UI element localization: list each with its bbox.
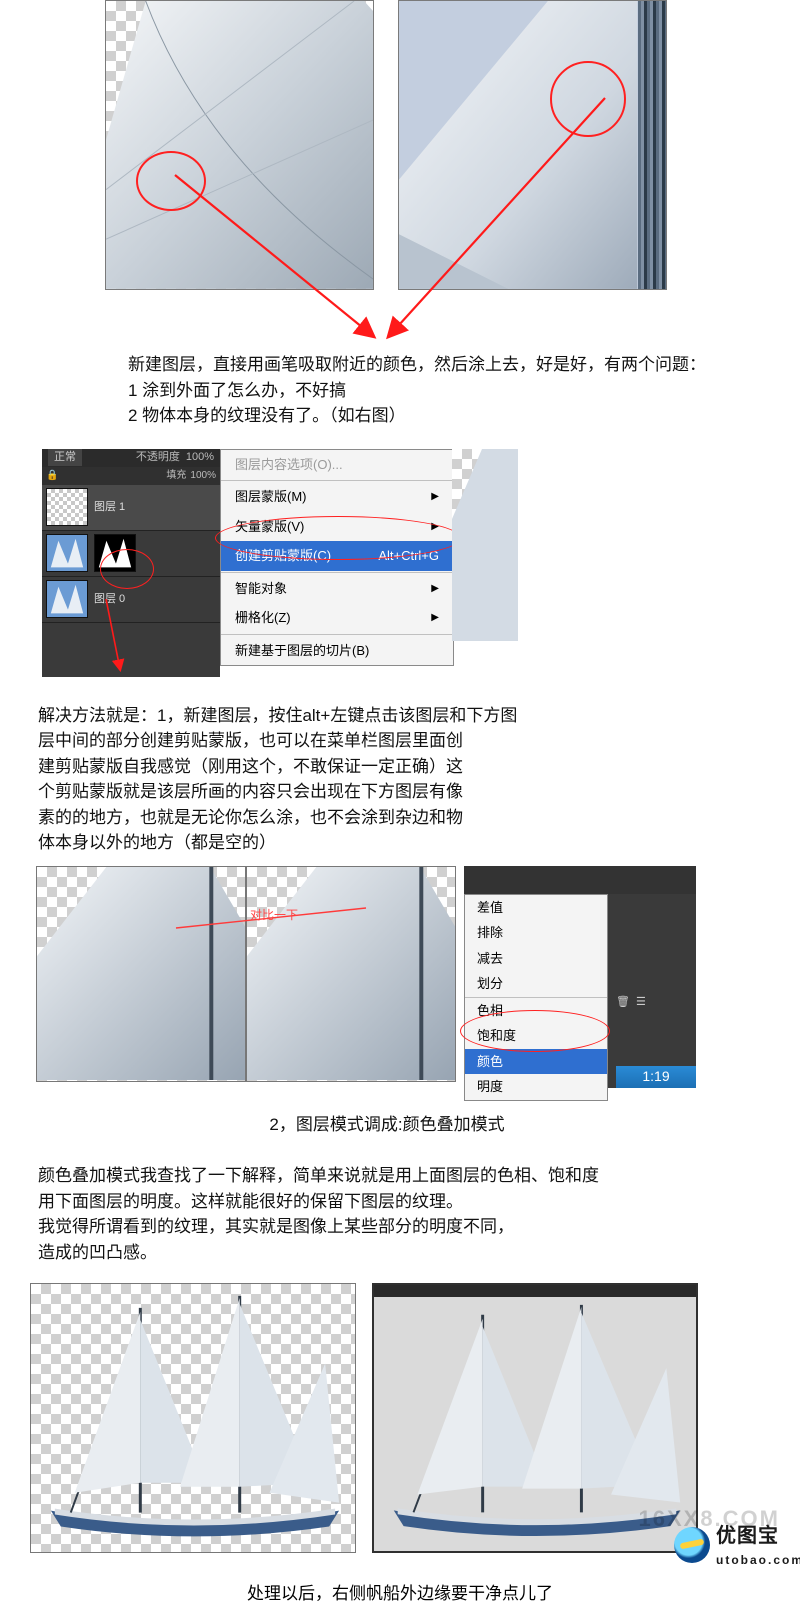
- section-blendmode: 对比一下 差值 排除 减去 划分 色相 饱和度 颜色 明度 🗑 ☰ 1:19: [0, 866, 800, 1088]
- logo-icon: [674, 1527, 710, 1563]
- chevron-right-icon: ▶: [431, 581, 439, 596]
- blend-item-saturation[interactable]: 饱和度: [465, 1023, 607, 1049]
- chevron-right-icon: ▶: [431, 519, 439, 534]
- blend-item-subtract[interactable]: 减去: [465, 946, 607, 972]
- text-line: 我觉得所谓看到的纹理，其实就是图像上某些部分的明度不同，: [38, 1214, 694, 1240]
- blend-item-color[interactable]: 颜色: [465, 1049, 607, 1075]
- layer-thumb: [46, 488, 88, 526]
- annotation-circle: [100, 549, 154, 589]
- text-line: 2 物体本身的纹理没有了。（如右图）: [128, 403, 774, 429]
- sail-illustration: [247, 867, 455, 1081]
- text-line: 个剪贴蒙版就是该层所画的内容只会出现在下方图层有像: [38, 779, 534, 805]
- text-line: 建剪贴蒙版自我感觉（刚用这个，不敢保证一定正确）这: [38, 754, 534, 780]
- context-menu: 图层内容选项(O)... 图层蒙版(M) ▶ 矢量蒙版(V) ▶ 创建剪贴蒙版(…: [220, 449, 454, 667]
- sail-image-b: [246, 866, 456, 1082]
- chevron-right-icon: ▶: [431, 610, 439, 625]
- layers-panel: 正常 不透明度 100% 🔒 填充 100% 图层 1: [42, 449, 220, 677]
- watermark: 优图宝 utobao.com: [674, 1521, 800, 1569]
- menu-shortcut: Alt+Ctrl+G: [378, 546, 439, 566]
- menu-label: 新建基于图层的切片(B): [235, 641, 369, 661]
- paragraph-problem: 新建图层，直接用画笔吸取附近的颜色，然后涂上去，好是好，有两个问题： 1 涂到外…: [0, 350, 800, 431]
- layer-thumb: [46, 534, 88, 572]
- layer-thumb: [46, 580, 88, 618]
- text-line: 1 涂到外面了怎么办，不好搞: [128, 378, 774, 404]
- text-line: 颜色叠加模式我查找了一下解释，简单来说就是用上面图层的色相、饱和度: [38, 1163, 694, 1189]
- ship-before: [30, 1283, 356, 1553]
- sail-peek: [452, 449, 518, 641]
- menu-item-create-clipping-mask[interactable]: 创建剪贴蒙版(C) Alt+Ctrl+G: [221, 541, 453, 571]
- menu-item-vector-mask[interactable]: 矢量蒙版(V) ▶: [221, 512, 453, 542]
- sail-before-image: [105, 0, 374, 290]
- menu-icon[interactable]: ☰: [636, 994, 646, 1011]
- bucket-icon[interactable]: 🗑: [616, 994, 630, 1011]
- menu-item-new-slice[interactable]: 新建基于图层的切片(B): [221, 636, 453, 666]
- fill-label: 填充: [166, 468, 186, 483]
- section-layers-and-menu: 正常 不透明度 100% 🔒 填充 100% 图层 1: [0, 449, 800, 679]
- text-line: 新建图层，直接用画笔吸取附近的颜色，然后涂上去，好是好，有两个问题：: [128, 352, 774, 378]
- blend-item-luminosity[interactable]: 明度: [465, 1074, 607, 1100]
- watermark-line2: utobao.com: [716, 1551, 800, 1569]
- annotation-circle: [136, 151, 206, 211]
- menu-item-layer-content[interactable]: 图层内容选项(O)...: [221, 450, 453, 480]
- layers-panel-row2: 🔒 填充 100%: [42, 467, 220, 485]
- opacity-label: 不透明度: [136, 449, 180, 466]
- text-line: 造成的凹凸感。: [38, 1240, 694, 1266]
- blend-mode-dropdown: 差值 排除 减去 划分 色相 饱和度 颜色 明度: [464, 894, 608, 1101]
- layers-panel-top: 正常 不透明度 100%: [42, 449, 220, 467]
- sail-after-image: [398, 0, 667, 290]
- ship-illustration: [31, 1284, 355, 1552]
- panel-header: [464, 866, 696, 894]
- watermark-line1: 优图宝: [716, 1521, 800, 1551]
- ps-titlebar: [374, 1285, 696, 1297]
- layer-name: 图层 1: [94, 499, 125, 516]
- menu-label: 创建剪贴蒙版(C): [235, 546, 331, 566]
- blend-item-exclusion[interactable]: 排除: [465, 920, 607, 946]
- menu-label: 智能对象: [235, 579, 287, 599]
- mast: [638, 1, 666, 289]
- text-line: 用下面图层的明度。这样就能很好的保留下图层的纹理。: [38, 1189, 694, 1215]
- final-caption: 处理以后，右侧帆船外边缘要干净点儿了: [0, 1581, 800, 1615]
- menu-label: 图层蒙版(M): [235, 487, 307, 507]
- sail-illustration: [37, 867, 245, 1081]
- blend-item-difference[interactable]: 差值: [465, 895, 607, 921]
- menu-label: 栅格化(Z): [235, 608, 291, 628]
- chevron-right-icon: ▶: [431, 489, 439, 504]
- menu-label: 矢量蒙版(V): [235, 517, 304, 537]
- sail-illustration: [399, 1, 666, 289]
- sail-illustration: [106, 1, 373, 289]
- blendmode-dropdown[interactable]: 正常: [48, 449, 82, 466]
- sail-image-a: [36, 866, 246, 1082]
- menu-item-layer-mask[interactable]: 图层蒙版(M) ▶: [221, 482, 453, 512]
- blend-mode-panel: 差值 排除 减去 划分 色相 饱和度 颜色 明度 🗑 ☰ 1:19: [464, 866, 696, 1088]
- text-line: 素的的地方，也就是无论你怎么涂，也不会涂到杂边和物: [38, 805, 534, 831]
- lock-icon[interactable]: 🔒: [46, 468, 58, 483]
- blend-item-divide[interactable]: 划分: [465, 971, 607, 997]
- fill-value[interactable]: 100%: [190, 468, 216, 483]
- text-line: 解决方法就是：1，新建图层，按住alt+左键点击该图层和下方图: [38, 703, 534, 729]
- section-sail-comparison-top: [0, 0, 800, 350]
- center-caption: 2，图层模式调成:颜色叠加模式: [0, 1110, 800, 1140]
- time-display: 1:19: [616, 1066, 696, 1088]
- panel-icons: 🗑 ☰: [616, 994, 696, 1011]
- blend-item-hue[interactable]: 色相: [465, 998, 607, 1024]
- text-line: 体本身以外的地方（都是空的）: [38, 830, 534, 856]
- text-line: 层中间的部分创建剪贴蒙版，也可以在菜单栏图层里面创: [38, 728, 534, 754]
- paragraph-solution: 解决方法就是：1，新建图层，按住alt+左键点击该图层和下方图 层中间的部分创建…: [0, 701, 560, 858]
- layer-name: 图层 0: [94, 591, 125, 608]
- menu-item-smart-object[interactable]: 智能对象 ▶: [221, 574, 453, 604]
- paragraph-explain: 颜色叠加模式我查找了一下解释，简单来说就是用上面图层的色相、饱和度 用下面图层的…: [0, 1161, 720, 1267]
- annotation-circle: [550, 61, 626, 137]
- opacity-value[interactable]: 100%: [186, 449, 214, 466]
- menu-label: 图层内容选项(O)...: [235, 455, 343, 475]
- layer-row[interactable]: 图层 1: [42, 485, 220, 531]
- menu-item-rasterize[interactable]: 栅格化(Z) ▶: [221, 603, 453, 633]
